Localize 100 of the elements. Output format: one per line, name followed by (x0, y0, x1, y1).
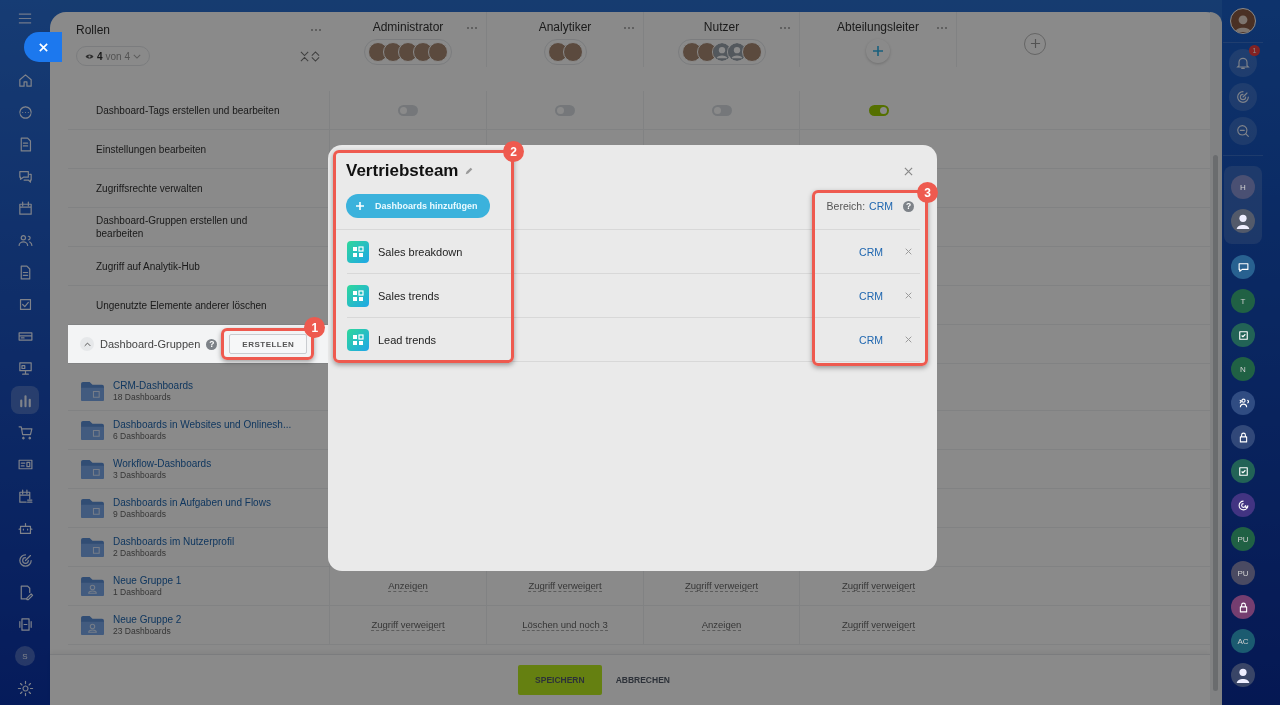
lock-chat-icon[interactable] (1231, 595, 1255, 619)
group-chat-icon[interactable] (1231, 391, 1255, 415)
initials-avatar[interactable]: PU (1231, 527, 1255, 551)
chevron-down-icon (133, 53, 142, 59)
user-avatar[interactable] (1231, 209, 1255, 233)
user-avatar[interactable] (1231, 663, 1255, 687)
folder-icon (80, 380, 105, 402)
chevron-up-icon (83, 341, 91, 347)
role-name: Analytiker (538, 20, 592, 34)
permission-label: Dashboard-Tags erstellen und bearbeiten (96, 103, 280, 117)
help-icon[interactable]: ? (903, 200, 914, 212)
dashboard-count: 6 Dashboards (113, 431, 167, 441)
group-link[interactable]: CRM-Dashboards (113, 380, 194, 391)
access-level-link[interactable]: Löschen und noch 3 (522, 619, 608, 631)
scope-link[interactable]: CRM (859, 289, 883, 302)
search-icon (1235, 123, 1251, 139)
callout-number: 3 (917, 182, 938, 203)
roles-heading: Rollen (76, 23, 111, 37)
group-link[interactable]: Dashboards in Aufgaben und Flows (113, 497, 271, 508)
plus-icon (1029, 38, 1041, 49)
avatar (428, 42, 448, 62)
dashboard-icon (347, 284, 369, 307)
avatar (562, 42, 583, 62)
dashboard-name[interactable]: Sales trends (378, 289, 440, 302)
person-folder-icon (80, 614, 105, 636)
cart-icon (16, 423, 34, 441)
role-name: Administrator (372, 20, 444, 34)
plus-icon (356, 202, 364, 210)
plus-icon (872, 45, 884, 57)
profile-avatar[interactable] (1230, 8, 1256, 34)
permission-label: Dashboard-Gruppen erstellen und bearbeiten (96, 214, 249, 240)
access-level-link[interactable]: Zugriff verweigert (684, 580, 759, 592)
remove-icon[interactable] (905, 248, 912, 255)
access-level-link[interactable]: Zugriff verweigert (841, 580, 916, 592)
check-chat-icon[interactable] (1231, 323, 1255, 347)
access-level-link[interactable]: Anzeigen (701, 619, 742, 631)
group-link[interactable]: Dashboards in Websites und Onlinesh... (113, 419, 292, 430)
lock-chat-icon[interactable] (1231, 425, 1255, 449)
dashboard-icon (347, 328, 369, 351)
settings-icon[interactable] (16, 680, 34, 697)
initials-avatar[interactable]: PU (1231, 561, 1255, 585)
scope-link[interactable]: CRM (859, 333, 883, 346)
cancel-button[interactable]: ABBRECHEN (615, 675, 670, 685)
dashboard-name[interactable]: Sales breakdown (378, 245, 463, 258)
close-button[interactable] (24, 32, 62, 62)
dashboard-count: 2 Dashboards (113, 548, 167, 558)
group-link[interactable]: Neue Gruppe 2 (113, 614, 182, 625)
avatar-group[interactable] (677, 39, 766, 65)
chat-chat-icon[interactable] (1231, 255, 1255, 279)
collapse-expand-icon[interactable] (300, 50, 320, 62)
callout-number: 1 (304, 317, 326, 338)
folder-icon (80, 419, 105, 441)
person-folder-icon (80, 575, 105, 597)
menu-icon[interactable] (18, 13, 32, 24)
remove-icon[interactable] (905, 336, 912, 343)
target-icon (1235, 89, 1251, 105)
pencil-icon[interactable] (464, 166, 475, 176)
role-name: Nutzer (703, 20, 740, 34)
access-level-link[interactable]: Anzeigen (388, 580, 428, 592)
avatar-group[interactable] (543, 39, 587, 65)
eye-icon (85, 52, 94, 60)
at-chat-icon[interactable] (1231, 493, 1255, 517)
initials-avatar[interactable]: T (1231, 289, 1255, 313)
folder-icon (80, 497, 105, 519)
scope-link[interactable]: CRM (869, 200, 893, 212)
remove-icon[interactable] (905, 292, 912, 299)
dashboard-icon (347, 240, 369, 263)
group-link[interactable]: Dashboards im Nutzerprofil (113, 536, 235, 547)
scope-link[interactable]: CRM (859, 245, 883, 258)
dialog-title: Vertriebsteam (346, 161, 459, 181)
callout-number: 2 (503, 141, 524, 162)
permission-label: Ungenutzte Elemente anderer löschen (96, 298, 267, 312)
dashboard-name[interactable]: Lead trends (378, 333, 437, 346)
avatar-group[interactable] (364, 39, 452, 65)
dashboard-count: 23 Dashboards (113, 626, 172, 636)
create-button[interactable]: ERSTELLEN (229, 334, 308, 354)
initials-avatar[interactable]: H (1231, 175, 1255, 199)
avatar (741, 42, 762, 62)
device-icon (16, 615, 34, 633)
help-icon[interactable]: ? (206, 338, 218, 350)
access-level-link[interactable]: Zugriff verweigert (528, 580, 602, 592)
add-role-button[interactable] (1024, 32, 1046, 55)
access-level-link[interactable]: Zugriff verweigert (841, 619, 916, 631)
group-link[interactable]: Workflow-Dashboards (113, 458, 212, 469)
access-level-link[interactable]: Zugriff verweigert (371, 619, 445, 631)
initials-avatar[interactable]: N (1231, 357, 1255, 381)
check-chat-icon[interactable] (1231, 459, 1255, 483)
close-icon[interactable] (904, 166, 913, 176)
toggle-switch[interactable] (868, 104, 889, 116)
close-icon (37, 41, 49, 53)
dashboard-count: 18 Dashboards (113, 392, 172, 402)
collapse-toggle[interactable] (80, 337, 94, 351)
section-title: Dashboard-Gruppen (100, 338, 201, 350)
calendar-icon (16, 199, 34, 217)
initials-avatar[interactable]: AC (1231, 629, 1255, 653)
add-dashboards-button[interactable]: Dashboards hinzufügen (346, 194, 490, 218)
group-link[interactable]: Neue Gruppe 1 (113, 575, 182, 586)
bell-icon (1235, 55, 1251, 71)
save-button[interactable]: SPEICHERN (518, 665, 602, 695)
add-member-button[interactable] (866, 39, 890, 63)
